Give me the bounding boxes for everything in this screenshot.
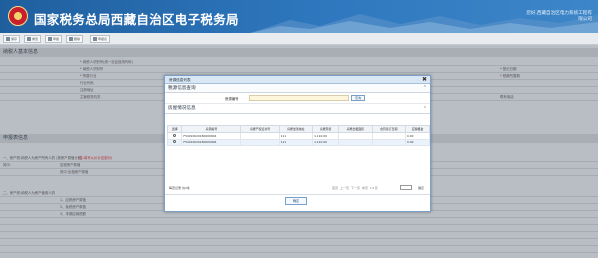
row-right-label: * 登记日期 <box>500 67 517 71</box>
divider <box>165 194 430 195</box>
row-value: 应税房产原值 <box>60 163 81 167</box>
user-greeting: 您好,西藏自治区电力系统工程有 限公司 <box>526 11 592 23</box>
row-label: 一、房产税:纳税人为房产所有人的 (按房产原值计税) <box>3 156 83 160</box>
row-note: (注:填写从价计征部分) <box>78 156 113 160</box>
cert-cell <box>240 138 280 146</box>
user-greeting-line2: 限公司 <box>578 17 592 22</box>
query-section-title: 税源信息查询 <box>168 86 196 91</box>
select-cell[interactable] <box>166 138 183 146</box>
report-form-button-label: 申报表 <box>98 37 108 41</box>
house-code-input[interactable] <box>249 95 349 101</box>
contract-date-cell <box>371 138 406 146</box>
select-radio[interactable] <box>173 140 177 144</box>
row-label: 注册地址 <box>80 88 94 92</box>
form-row <box>0 232 598 239</box>
query-section-header[interactable]: 税源信息查询 ⌃ <box>165 84 430 93</box>
form-row <box>0 239 598 246</box>
pagination-nav-links[interactable]: 首页 上一页 下一页 末页 <box>332 186 368 190</box>
row-value: 2、免税房产原值 <box>60 205 86 209</box>
go-button[interactable]: 确定 <box>418 186 424 190</box>
national-emblem-icon <box>8 6 28 26</box>
chevron-up-icon[interactable]: ⌃ <box>423 84 427 93</box>
save-button[interactable]: 保存 <box>3 35 21 43</box>
row-right-label: * 税款所属期 <box>500 74 520 78</box>
row-value: 1、应税房产原值 <box>60 198 86 202</box>
declare-icon <box>48 37 52 41</box>
chevron-up-icon[interactable]: ⌃ <box>423 104 427 114</box>
page-number-input[interactable] <box>400 185 412 190</box>
pagination-nav[interactable]: 首页 上一页 下一页 末页 1/1页 <box>332 186 378 190</box>
save-icon <box>6 37 10 41</box>
row-label: 主管税务机关 <box>80 95 101 99</box>
page-title: 国家税务总局西藏自治区电子税务局 <box>34 12 239 27</box>
reset-button[interactable]: 重置 <box>24 35 42 43</box>
toolbar: 保存 重置 申报 删除 申报表 <box>0 33 598 45</box>
column-header[interactable]: 房屋产权证书号 <box>240 125 280 133</box>
rent-area-cell <box>338 138 373 146</box>
column-header[interactable]: 房源编号 <box>181 125 242 133</box>
taxable-rent-cell: 0.00 <box>404 138 431 146</box>
report-icon <box>93 37 97 41</box>
house-source-dialog: 房源信息列表 ✖ 税源信息查询 ⌃ 房源编号 查询 房屋情况信息 ⌃ 选择 房源… <box>164 75 431 212</box>
house-code-label: 房源编号 <box>225 97 239 101</box>
row-label: * 纳税人识别号(统一社会信用代码) <box>80 60 133 64</box>
delete-button[interactable]: 删除 <box>66 35 84 43</box>
house-list-table: 选择 房源编号 房屋产权证书号 房屋坐落地址 房屋原值 房屋出租面积 合同签订日… <box>166 125 431 146</box>
app-header: 国家税务总局西藏自治区电子税务局 您好,西藏自治区电力系统工程有 限公司 <box>0 0 598 33</box>
table-row[interactable]: F54010020180000006 111 1,110.00 0.00 <box>166 138 431 146</box>
close-icon[interactable]: ✖ <box>422 76 427 84</box>
column-header[interactable]: 房屋坐落地址 <box>278 125 314 133</box>
pagination-info: 每页记录 共2条 <box>169 186 190 190</box>
column-header[interactable]: 房屋原值 <box>312 125 340 133</box>
row-label: 其中: <box>3 163 11 167</box>
query-button[interactable]: 查询 <box>351 95 365 101</box>
column-header[interactable]: 合同签订日期 <box>371 125 406 133</box>
delete-icon <box>69 37 73 41</box>
report-form-button[interactable]: 申报表 <box>90 35 111 43</box>
original-value-cell: 1,110.00 <box>312 138 340 146</box>
address-cell: 111 <box>278 138 314 146</box>
save-button-label: 保存 <box>11 37 18 41</box>
form-row: * 纳税人识别号(统一社会信用代码) <box>0 59 598 66</box>
dialog-title: 房源信息列表 <box>169 78 191 82</box>
pagination: 每页记录 共2条 首页 上一页 下一页 末页 1/1页 确定 <box>169 185 428 192</box>
row-label: * 纳税人识别号 <box>80 67 104 71</box>
form-row <box>0 225 598 232</box>
row-label: 二、房产税:纳税人为房产使用人的 <box>3 191 56 195</box>
form-row: 3、本期应纳税额 <box>0 211 598 218</box>
form-row: * 纳税人识别号 * 登记日期 <box>0 66 598 73</box>
declare-button[interactable]: 申报 <box>45 35 63 43</box>
reset-button-label: 重置 <box>32 37 39 41</box>
row-right-label: 联系电话 <box>500 95 514 99</box>
delete-button-label: 删除 <box>74 37 81 41</box>
query-row: 房源编号 查询 <box>165 93 430 104</box>
select-radio[interactable] <box>173 133 177 137</box>
pagination-page: 1/1页 <box>369 186 378 190</box>
table-header-row: 选择 房源编号 房屋产权证书号 房屋坐落地址 房屋原值 房屋出租面积 合同签订日… <box>166 125 431 133</box>
row-label: * 所属行业 <box>80 74 97 78</box>
row-value: 3、本期应纳税额 <box>60 212 86 216</box>
column-header[interactable]: 选择 <box>166 125 183 133</box>
column-header[interactable]: 应税租金 <box>404 125 431 133</box>
form-row <box>0 246 598 253</box>
confirm-button[interactable]: 确定 <box>285 197 307 205</box>
column-header[interactable]: 房屋出租面积 <box>338 125 373 133</box>
reset-icon <box>27 37 31 41</box>
form-row <box>0 218 598 225</box>
dialog-titlebar: 房源信息列表 ✖ <box>165 76 430 84</box>
row-value: 其中:出租房产原值 <box>60 170 89 174</box>
declare-button-label: 申报 <box>53 37 60 41</box>
list-section-title: 房屋情况信息 <box>168 106 196 111</box>
list-section-header[interactable]: 房屋情况信息 ⌃ <box>165 104 430 114</box>
house-code-cell: F54010020180000006 <box>181 138 242 146</box>
section-taxpayer-info: 纳税人基本信息 <box>0 48 598 57</box>
row-label: 行业代码 <box>80 81 94 85</box>
